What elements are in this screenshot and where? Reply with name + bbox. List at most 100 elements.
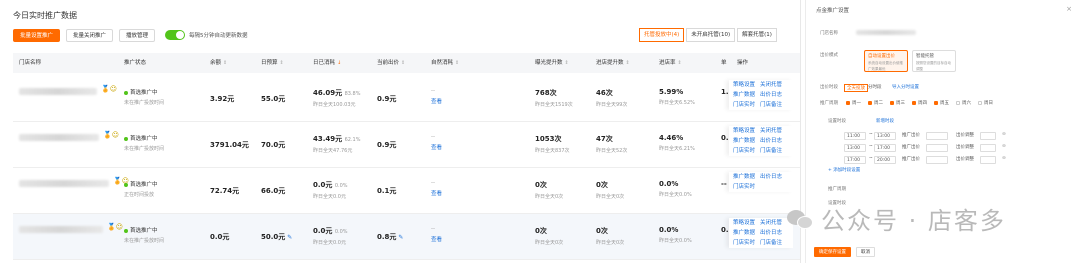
col-visit[interactable]: 进店提升数 ⇕ xyxy=(596,53,630,73)
cancel-button[interactable]: 取消 xyxy=(856,247,875,257)
op-link[interactable]: 推广数据 xyxy=(733,138,755,144)
slot-adjust-label: 出价调整 xyxy=(956,133,974,138)
ops-cell: 策略设置 关闭托管 推广数据 出价日志 门店实时 门店备注 xyxy=(729,218,793,248)
delete-icon[interactable]: ⊖ xyxy=(1002,132,1006,137)
col-bid[interactable]: 当前出价 ⇕ xyxy=(377,53,405,73)
bid-cell: 0.1元 xyxy=(377,187,397,195)
op-link[interactable]: 关闭托管 xyxy=(760,220,782,226)
delete-icon[interactable]: ⊖ xyxy=(1002,156,1006,161)
op-link[interactable]: 推广数据 xyxy=(733,174,755,180)
delete-icon[interactable]: ⊖ xyxy=(1002,144,1006,149)
bid-cell[interactable]: 0.8元 ✎ xyxy=(377,232,403,242)
op-link[interactable]: 出价日志 xyxy=(760,138,782,144)
slot-bid-input[interactable] xyxy=(926,144,948,152)
shop-name-redacted xyxy=(19,134,99,141)
budget-cell: 70.0元 xyxy=(261,141,286,149)
tab-managed[interactable]: 托管投放中(4) xyxy=(639,28,685,42)
slot-adjust-input[interactable] xyxy=(980,144,996,152)
op-link[interactable]: 门店备注 xyxy=(760,102,782,108)
edit-icon: ✎ xyxy=(287,234,293,241)
spend-cell: 43.49元 62.1% 昨日全天47.76元 xyxy=(313,135,361,154)
op-link[interactable]: 策略设置 xyxy=(733,82,755,88)
settings-panel: 点金推广设置 × 门店名称 出价模式 自动设置出价 系统自动设置出价使推广效果最… xyxy=(805,0,1080,263)
visit-cell: 46次 昨日全天99次 xyxy=(596,89,628,108)
op-link[interactable]: 推广数据 xyxy=(733,92,755,98)
op-link[interactable]: 推广数据 xyxy=(733,230,755,236)
op-link[interactable]: 门店实时 xyxy=(733,148,755,154)
slot-start-select[interactable]: 13:00 xyxy=(844,144,866,152)
add-slot-link[interactable]: + 添加时段设置 xyxy=(828,167,860,173)
weekday-checkbox[interactable] xyxy=(912,101,916,105)
slot-bid-input[interactable] xyxy=(926,156,948,164)
weekday-checkbox[interactable] xyxy=(956,101,960,105)
visit-cell: 47次 昨日全天52次 xyxy=(596,135,628,154)
view-link[interactable]: 查看 xyxy=(431,143,442,151)
col-budget[interactable]: 日预算 ⇕ xyxy=(261,53,284,73)
slot-bid-label: 推广出价 xyxy=(902,145,920,150)
view-link[interactable]: 查看 xyxy=(431,189,442,197)
op-link[interactable]: 门店备注 xyxy=(760,240,782,246)
time-opt-all[interactable]: 全天投放 xyxy=(844,84,868,92)
spend-cell: 46.09元 83.8% 昨日全天100.03元 xyxy=(313,89,361,108)
slot-adjust-input[interactable] xyxy=(980,156,996,164)
slot-end-select[interactable]: 20:00 xyxy=(874,156,896,164)
batch-close-button[interactable]: 批量关闭推广 xyxy=(66,28,114,42)
weekday-checkbox[interactable] xyxy=(868,101,872,105)
tab-unmanaged[interactable]: 未开启托管(10) xyxy=(686,28,736,42)
time-opt-slot[interactable]: 分时段 xyxy=(868,84,882,90)
slot-bid-input[interactable] xyxy=(926,132,948,140)
op-link[interactable]: 关闭托管 xyxy=(760,82,782,88)
detail-cell: -- 查看 xyxy=(431,226,443,243)
import-time-link[interactable]: 导入分时设置 xyxy=(892,84,919,90)
op-link[interactable]: 门店实时 xyxy=(733,240,755,246)
slot-start-select[interactable]: 17:00 xyxy=(844,156,866,164)
weekday-checkbox[interactable] xyxy=(890,101,894,105)
col-exposure[interactable]: 曝光提升数 ⇕ xyxy=(535,53,569,73)
view-link[interactable]: 查看 xyxy=(431,235,442,243)
status-cell: 首选推广中 未在推广投放时间 xyxy=(124,90,165,106)
budget-cell: 66.0元 xyxy=(261,187,286,195)
op-link[interactable]: 出价日志 xyxy=(760,174,782,180)
col-rate[interactable]: 进店率 ⇕ xyxy=(659,53,682,73)
col-balance[interactable]: 余额 ⇕ xyxy=(210,53,227,73)
confirm-button[interactable]: 确定保存设置 xyxy=(814,247,851,257)
mode-auto-card[interactable]: 自动设置出价 系统自动设置出价使推广效果最优 xyxy=(864,50,908,72)
slot-end-select[interactable]: 17:00 xyxy=(874,144,896,152)
status-cell: 首选推广中 正在时间投放 xyxy=(124,182,158,198)
op-link[interactable]: 出价日志 xyxy=(760,230,782,236)
auto-refresh-toggle[interactable] xyxy=(165,30,186,40)
view-link[interactable]: 查看 xyxy=(431,97,442,105)
op-link[interactable]: 策略设置 xyxy=(733,220,755,226)
weekday-checkbox[interactable] xyxy=(846,101,850,105)
batch-set-button[interactable]: 批量设置推广 xyxy=(13,28,61,42)
mode-managed-card[interactable]: 智能托管 按照您设置的目标自动调整 xyxy=(912,50,956,72)
edit-icon: ✎ xyxy=(398,234,404,241)
op-link[interactable]: 门店实时 xyxy=(733,184,755,190)
slot-start-select[interactable]: 11:00 xyxy=(844,132,866,140)
detail-cell: -- 查看 xyxy=(431,88,443,105)
weekday-checkbox[interactable] xyxy=(934,101,938,105)
new-slot-link[interactable]: 新增时段 xyxy=(876,118,894,124)
status-dot-icon xyxy=(124,182,128,187)
report-button[interactable]: 播放管理 xyxy=(119,28,156,42)
sort-icon: ⇕ xyxy=(455,60,460,66)
op-link[interactable]: 策略设置 xyxy=(733,128,755,134)
rate-cell: 4.46% 昨日全天6.21% xyxy=(659,134,695,152)
weekday-label: 周六 xyxy=(962,101,971,106)
exposure-cell: 768次 昨日全天1519次 xyxy=(535,89,573,108)
op-link[interactable]: 门店备注 xyxy=(760,148,782,154)
shop-badge-icon: 🏅☺ xyxy=(101,85,118,93)
promotion-table: 门店名称 推广状态 余额 ⇕ 日预算 ⇕ 日已消耗 ↓ 当前出价 ⇕ 自然消耗 ⇕ 曝光提… xyxy=(13,53,800,73)
slot-adjust-input[interactable] xyxy=(980,132,996,140)
budget-cell[interactable]: 50.0元 ✎ xyxy=(261,232,292,242)
balance-cell: 3791.04元 xyxy=(210,141,249,149)
op-link[interactable]: 门店实时 xyxy=(733,102,755,108)
weekday-checkbox[interactable] xyxy=(978,101,982,105)
op-link[interactable]: 出价日志 xyxy=(760,92,782,98)
col-spend[interactable]: 日已消耗 ↓ xyxy=(313,53,341,73)
col-detail[interactable]: 自然消耗 ⇕ xyxy=(431,53,459,73)
slot-end-select[interactable]: 13:00 xyxy=(874,132,896,140)
op-link[interactable]: 关闭托管 xyxy=(760,128,782,134)
close-icon[interactable]: × xyxy=(1066,5,1072,13)
tab-released[interactable]: 解套托管(1) xyxy=(737,28,777,42)
